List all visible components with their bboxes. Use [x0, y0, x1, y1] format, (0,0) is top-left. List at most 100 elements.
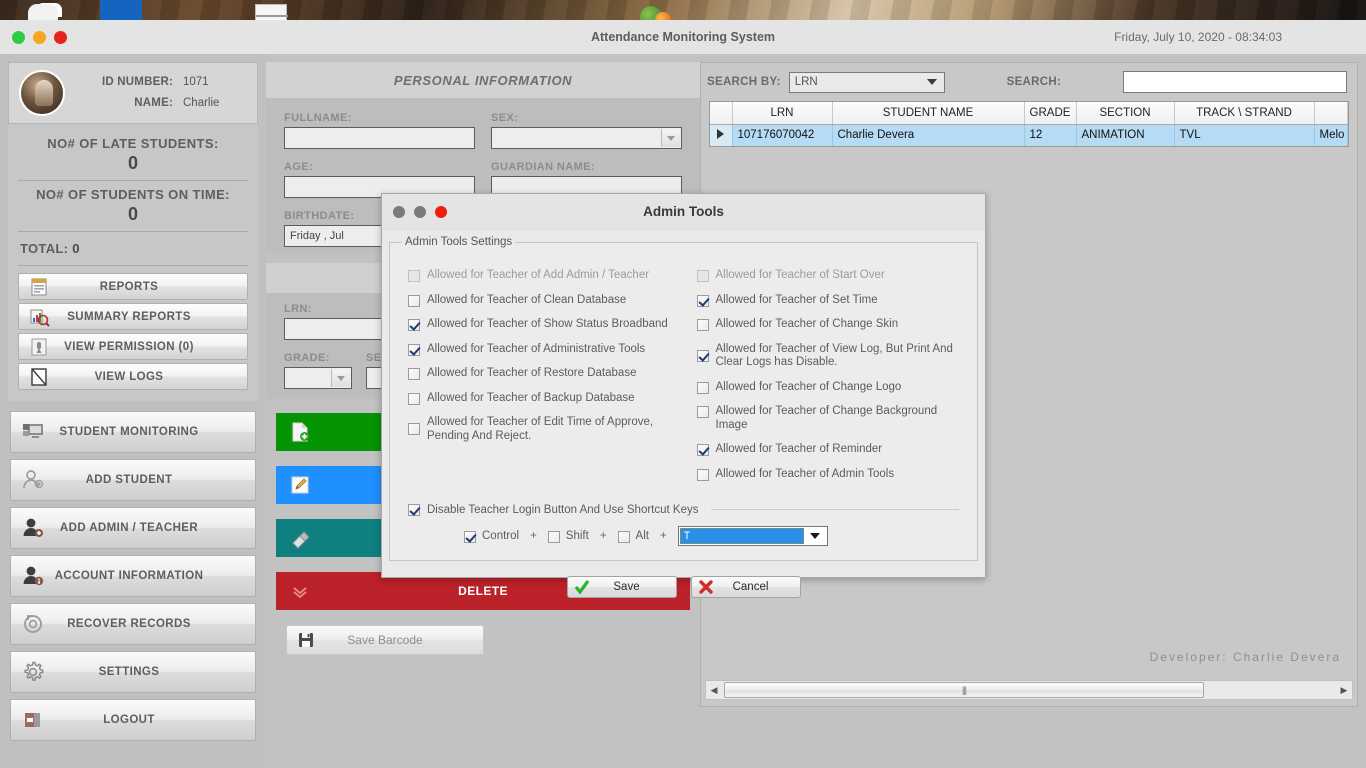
students-table: LRN STUDENT NAME GRADE SECTION TRACK \ S… [709, 101, 1349, 147]
shift-label: Shift [566, 530, 589, 542]
checkbox-edit-time-approve[interactable]: Allowed for Teacher of Edit Time of Appr… [408, 411, 671, 449]
checkbox-view-log[interactable]: Allowed for Teacher of View Log, But Pri… [697, 338, 960, 376]
sidebar-item-settings[interactable]: SETTINGS [10, 651, 256, 693]
cell-extra: Melo [1314, 124, 1348, 146]
save-icon [297, 631, 315, 649]
sidebar-item-logout[interactable]: LOGOUT [10, 699, 256, 741]
sidebar-item-reports[interactable]: REPORTS [18, 273, 248, 300]
developer-credit: Developer: Charlie Devera [1150, 650, 1341, 664]
column-header-student-name[interactable]: STUDENT NAME [832, 102, 1024, 124]
ontime-students-value: 0 [16, 204, 250, 231]
sidebar-item-label: ACCOUNT INFORMATION [11, 570, 255, 582]
fullname-input[interactable] [284, 127, 475, 149]
checkbox-reminder[interactable]: Allowed for Teacher of Reminder [697, 438, 960, 463]
checkbox-alt[interactable]: Alt [618, 530, 649, 543]
checkbox-change-background-image[interactable]: Allowed for Teacher of Change Background… [697, 400, 960, 438]
personal-information-heading: PERSONAL INFORMATION [266, 62, 700, 98]
name-label: NAME: [77, 93, 173, 114]
checkbox-change-logo[interactable]: Allowed for Teacher of Change Logo [697, 376, 960, 401]
checkbox-label: Allowed for Teacher of Reminder [716, 443, 883, 457]
sidebar-item-recover-records[interactable]: RECOVER RECORDS [10, 603, 256, 645]
shortcut-key-select[interactable]: T [678, 526, 828, 546]
checkbox-control[interactable]: Control [464, 530, 519, 543]
checkbox-box [697, 270, 709, 282]
checkbox-admin-tools[interactable]: Allowed for Teacher of Admin Tools [697, 463, 960, 488]
checkbox-restore-database[interactable]: Allowed for Teacher of Restore Database [408, 362, 671, 387]
profile-id-row: ID NUMBER: 1071 [77, 72, 219, 93]
checkbox-clean-database[interactable]: Allowed for Teacher of Clean Database [408, 289, 671, 314]
checkbox-show-status-broadband[interactable]: Allowed for Teacher of Show Status Broad… [408, 313, 671, 338]
sidebar-item-view-logs[interactable]: VIEW LOGS [18, 363, 248, 390]
checkbox-label: Allowed for Teacher of Edit Time of Appr… [427, 416, 671, 443]
column-header-section[interactable]: SECTION [1076, 102, 1174, 124]
window-titlebar: Attendance Monitoring System Friday, Jul… [0, 20, 1366, 54]
row-marker [710, 124, 732, 146]
plus-separator: + [598, 530, 609, 542]
checkbox-label: Allowed for Teacher of Admin Tools [716, 468, 895, 482]
checkbox-box [408, 368, 420, 380]
table-row[interactable]: 107176070042 Charlie Devera 12 ANIMATION… [710, 124, 1348, 146]
checkbox-label: Allowed for Teacher of Change Logo [716, 381, 902, 395]
clear-icon [290, 527, 310, 549]
total-label: TOTAL: [20, 241, 68, 256]
chevron-down-icon [661, 129, 680, 147]
disable-teacher-login-row[interactable]: Disable Teacher Login Button And Use Sho… [408, 503, 959, 516]
sidebar-item-label: REPORTS [19, 281, 247, 293]
checkbox-change-skin[interactable]: Allowed for Teacher of Change Skin [697, 313, 960, 338]
sidebar-item-student-monitoring[interactable]: STUDENT MONITORING [10, 411, 256, 453]
scrollbar-thumb[interactable]: ||| [724, 682, 1204, 698]
column-header-marker[interactable] [710, 102, 732, 124]
shortcut-key-value: T [680, 528, 804, 544]
column-header-extra[interactable] [1314, 102, 1348, 124]
scroll-right-icon[interactable]: ▶ [1336, 685, 1352, 696]
save-barcode-button[interactable]: Save Barcode [286, 625, 484, 655]
logs-icon [28, 366, 50, 388]
checkbox-label: Allowed for Teacher of Start Over [716, 269, 885, 283]
column-header-lrn[interactable]: LRN [732, 102, 832, 124]
column-header-grade[interactable]: GRADE [1024, 102, 1076, 124]
admin-tools-settings-group: Admin Tools Settings Allowed for Teacher… [389, 236, 978, 561]
dialog-action-buttons: Save Cancel [389, 561, 978, 598]
checkbox-box [618, 531, 630, 543]
total-row: TOTAL: 0 [16, 232, 250, 265]
ontime-students-label: NO# OF STUDENTS ON TIME: [16, 181, 250, 204]
save-barcode-label: Save Barcode [287, 633, 483, 647]
checkbox-box [697, 319, 709, 331]
id-number-label: ID NUMBER: [77, 72, 173, 93]
late-students-label: NO# OF LATE STUDENTS: [16, 130, 250, 153]
sidebar-item-account-information[interactable]: ACCOUNT INFORMATION [10, 555, 256, 597]
search-by-select[interactable]: LRN [789, 72, 945, 93]
sidebar-item-add-student[interactable]: ADD STUDENT [10, 459, 256, 501]
alt-label: Alt [636, 530, 649, 542]
sidebar-item-label: SETTINGS [11, 666, 255, 678]
sidebar-item-summary-reports[interactable]: SUMMARY REPORTS [18, 303, 248, 330]
checkbox-start-over[interactable]: Allowed for Teacher of Start Over [697, 264, 960, 289]
grade-select[interactable] [284, 367, 352, 389]
sidebar-item-view-permission[interactable]: VIEW PERMISSION (0) [18, 333, 248, 360]
scroll-left-icon[interactable]: ◀ [706, 685, 722, 696]
chevron-down-icon [921, 74, 943, 91]
checkbox-administrative-tools[interactable]: Allowed for Teacher of Administrative To… [408, 338, 671, 363]
checkbox-set-time[interactable]: Allowed for Teacher of Set Time [697, 289, 960, 314]
checkbox-shift[interactable]: Shift [548, 530, 589, 543]
checkbox-add-admin-teacher[interactable]: Allowed for Teacher of Add Admin / Teach… [408, 264, 671, 289]
column-header-track-strand[interactable]: TRACK \ STRAND [1174, 102, 1314, 124]
checkbox-label: Allowed for Teacher of Backup Database [427, 392, 635, 406]
shortcut-keys-row: Control + Shift + Alt + [408, 516, 959, 546]
grade-label: GRADE: [284, 348, 352, 367]
search-input[interactable] [1123, 71, 1347, 93]
id-number-value: 1071 [173, 72, 209, 93]
avatar [19, 70, 65, 116]
sidebar: ID NUMBER: 1071 NAME: Charlie NO# OF LAT… [0, 54, 266, 768]
cancel-button[interactable]: Cancel [691, 576, 801, 598]
horizontal-scrollbar[interactable]: ◀ ||| ▶ [705, 680, 1353, 700]
save-button[interactable]: Save [567, 576, 677, 598]
sex-select[interactable] [491, 127, 682, 149]
cell-student-name: Charlie Devera [832, 124, 1024, 146]
profile-card: ID NUMBER: 1071 NAME: Charlie [8, 62, 258, 124]
checkbox-backup-database[interactable]: Allowed for Teacher of Backup Database [408, 387, 671, 412]
report-icon [28, 276, 50, 298]
dialog-titlebar: Admin Tools [382, 194, 985, 230]
checkbox-label: Allowed for Teacher of Change Skin [716, 318, 899, 332]
sidebar-item-add-admin-teacher[interactable]: ADD ADMIN / TEACHER [10, 507, 256, 549]
